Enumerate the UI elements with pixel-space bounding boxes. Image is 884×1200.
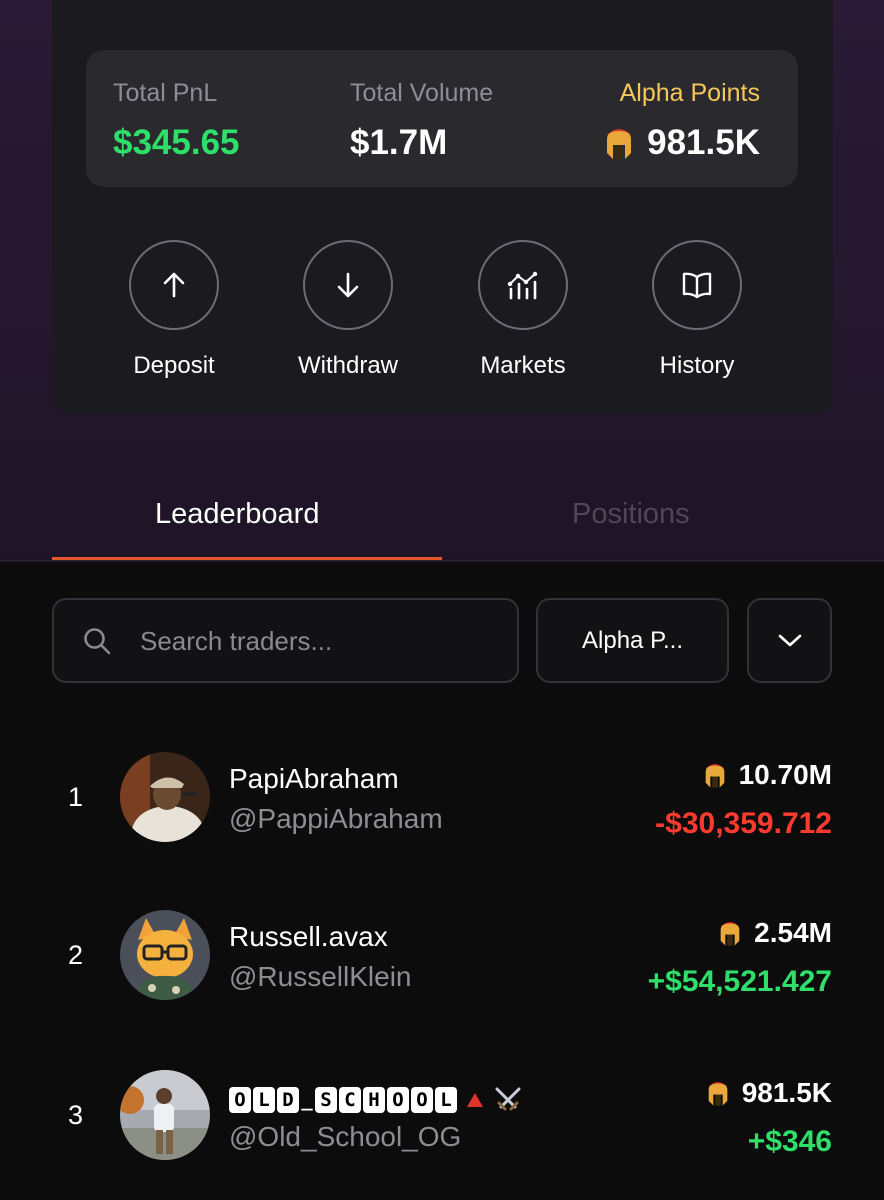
deposit-label: Deposit	[133, 352, 215, 379]
arrow-down-icon	[337, 272, 359, 298]
trader-name: O L D _ S C H O O L	[229, 1080, 523, 1115]
avatar-image	[120, 910, 210, 1000]
trader-points-value: 2.54M	[754, 917, 832, 948]
trader-points-value: 10.70M	[738, 759, 832, 790]
total-volume-label: Total Volume	[350, 79, 494, 107]
trader-points-value: 981.5K	[741, 1077, 832, 1108]
alpha-points-value: 981.5K	[647, 123, 760, 162]
total-pnl: Total PnL $345.65	[113, 78, 240, 164]
spartan-helmet-icon	[720, 922, 740, 946]
avatar-image	[120, 752, 210, 842]
tabs-divider	[0, 560, 884, 561]
search-input[interactable]	[140, 620, 500, 662]
boxed-letters: O L D _ S C H O O L	[229, 1087, 457, 1113]
trader-pnl: +$346	[747, 1125, 832, 1158]
trader-points: 2.54M	[716, 916, 832, 950]
alpha-points-value-wrap: 981.5K	[601, 122, 760, 164]
leaderboard-row[interactable]: 1 PapiAbraham @PappiAbraham 10.70M -$30,…	[0, 752, 884, 862]
withdraw-button[interactable]: Withdraw	[278, 240, 418, 380]
avatar-image	[120, 1070, 210, 1160]
withdraw-label: Withdraw	[297, 352, 399, 379]
total-pnl-value: $345.65	[113, 123, 240, 162]
spartan-helmet-icon	[708, 1082, 728, 1106]
total-volume-value: $1.7M	[350, 123, 448, 162]
trader-points: 10.70M	[701, 758, 832, 792]
trader-handle: @RussellKlein	[229, 961, 412, 992]
history-button[interactable]: History	[627, 240, 767, 380]
rank-number: 1	[68, 782, 84, 812]
trader-pnl: -$30,359.712	[655, 807, 832, 840]
book-icon	[682, 272, 712, 299]
sort-select[interactable]: Alpha P...	[536, 598, 729, 683]
trader-name: Russell.avax	[229, 921, 388, 952]
deposit-circle[interactable]	[129, 240, 219, 330]
rank-number: 2	[68, 940, 84, 970]
crossed-swords-icon	[495, 1087, 521, 1111]
total-pnl-label: Total PnL	[113, 79, 218, 107]
search-icon	[84, 628, 111, 655]
leaderboard-row[interactable]: 2 Russell.avax @RussellKlein 2.54M +$54,…	[0, 910, 884, 1020]
sort-select-value: Alpha P...	[582, 626, 683, 654]
avatar[interactable]	[120, 1070, 210, 1160]
history-label: History	[659, 352, 735, 379]
leaderboard-row[interactable]: 3 O L D _ S C H O O L @Old_School_OG 981…	[0, 1070, 884, 1180]
trader-points: 981.5K	[704, 1076, 832, 1110]
rank-number: 3	[68, 1100, 84, 1130]
red-triangle-icon	[467, 1093, 483, 1107]
spartan-helmet-icon	[705, 764, 724, 788]
markets-chart-icon	[507, 271, 538, 300]
avatar[interactable]	[120, 752, 210, 842]
search-box[interactable]	[52, 598, 519, 683]
trader-name: PapiAbraham	[229, 763, 399, 794]
markets-button[interactable]: Markets	[453, 240, 593, 380]
tab-positions[interactable]: Positions	[572, 496, 690, 532]
trader-handle: @PappiAbraham	[229, 803, 443, 834]
stats-panel: Total PnL $345.65 Total Volume $1.7M Alp…	[86, 50, 798, 187]
withdraw-circle[interactable]	[303, 240, 393, 330]
markets-label: Markets	[480, 352, 566, 379]
avatar[interactable]	[120, 910, 210, 1000]
spartan-helmet-icon	[607, 129, 632, 159]
trader-name-styled: O L D _ S C H O O L	[229, 1085, 523, 1115]
alpha-points: Alpha Points 981.5K	[601, 78, 760, 164]
alpha-points-label: Alpha Points	[619, 79, 760, 107]
trader-handle: @Old_School_OG	[229, 1121, 462, 1152]
deposit-button[interactable]: Deposit	[104, 240, 244, 380]
active-tab-indicator	[52, 557, 442, 560]
tab-leaderboard[interactable]: Leaderboard	[155, 496, 319, 532]
total-volume: Total Volume $1.7M	[350, 78, 493, 164]
chevron-down-icon	[778, 634, 801, 646]
history-circle[interactable]	[652, 240, 742, 330]
arrow-up-icon	[163, 272, 185, 298]
trader-pnl: +$54,521.427	[647, 965, 832, 998]
markets-circle[interactable]	[478, 240, 568, 330]
sort-dropdown-button[interactable]	[747, 598, 832, 683]
